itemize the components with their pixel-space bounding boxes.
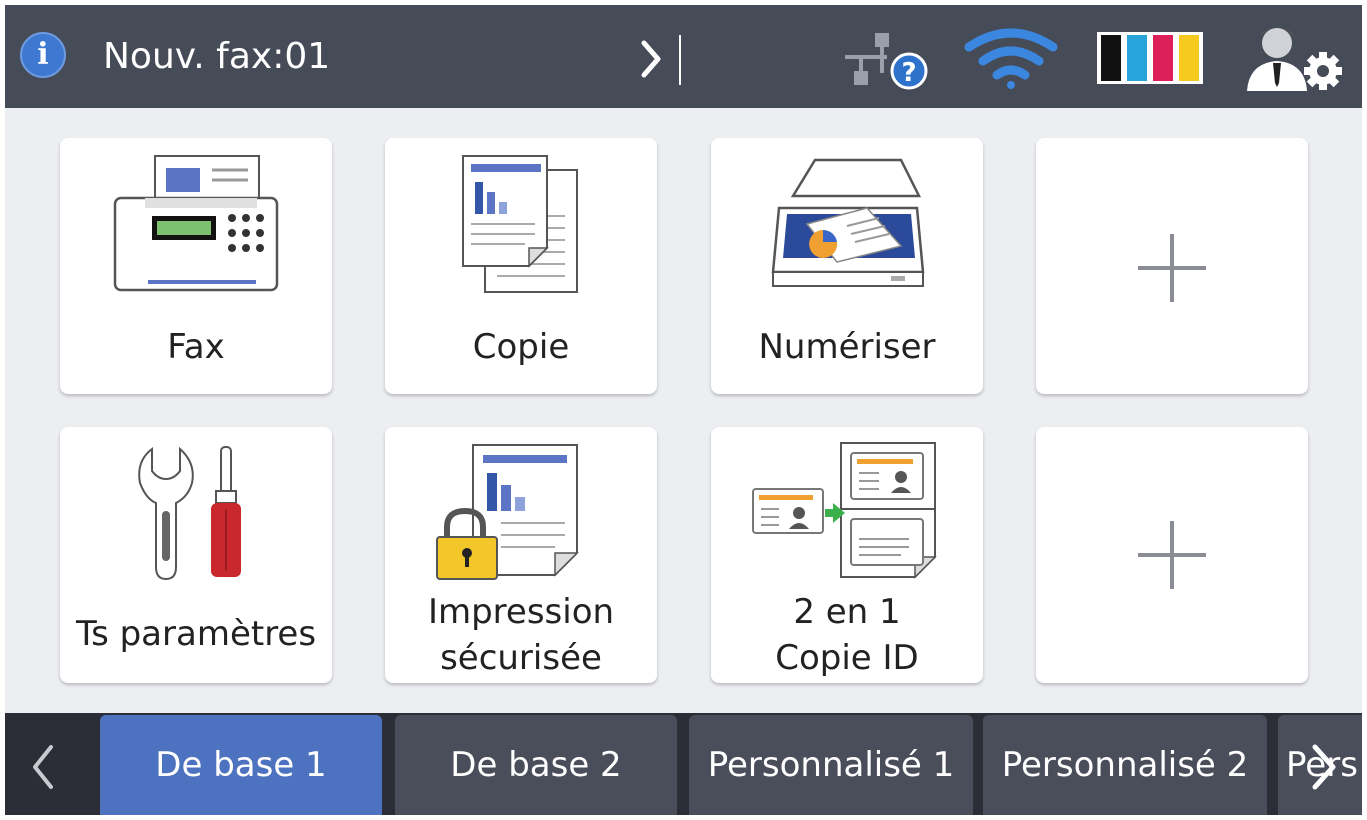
chevron-left-icon[interactable] bbox=[5, 713, 93, 815]
id-copy-label-line1: 2 en 1 bbox=[793, 592, 901, 632]
shortcut-tab-bar: De base 1 De base 2 Personnalisé 1 Perso… bbox=[5, 713, 1362, 815]
scan-tile[interactable]: Numériser bbox=[711, 138, 983, 394]
id-copy-label-line2: Copie ID bbox=[775, 638, 919, 678]
copy-tile[interactable]: Copie bbox=[385, 138, 657, 394]
add-shortcut-tile[interactable] bbox=[1036, 427, 1308, 683]
plus-icon bbox=[1138, 521, 1206, 589]
id-copy-tile[interactable]: 2 en 1 Copie ID bbox=[711, 427, 983, 683]
chevron-right-icon[interactable] bbox=[632, 31, 692, 87]
all-settings-tile[interactable]: Ts paramètres bbox=[60, 427, 332, 683]
wifi-icon[interactable] bbox=[963, 25, 1059, 89]
admin-settings-icon[interactable] bbox=[1243, 23, 1347, 93]
add-shortcut-tile[interactable] bbox=[1036, 138, 1308, 394]
ink-levels-icon[interactable] bbox=[1095, 30, 1205, 86]
tab-de-base-1[interactable]: De base 1 bbox=[100, 715, 382, 815]
fax-label: Fax bbox=[167, 327, 225, 367]
wired-network-unknown-icon[interactable]: ? bbox=[837, 27, 933, 93]
secure-print-tile[interactable]: Impression sécurisée bbox=[385, 427, 657, 683]
touchscreen: i Nouv. fax:01 ? Fax Copie Numériser Ts … bbox=[5, 5, 1362, 815]
tab-personnalise-2[interactable]: Personnalisé 2 bbox=[983, 715, 1267, 815]
status-bar: i Nouv. fax:01 ? bbox=[5, 5, 1362, 108]
tab-personnalise-1[interactable]: Personnalisé 1 bbox=[689, 715, 973, 815]
copy-label: Copie bbox=[472, 327, 570, 367]
secure-print-label-line1: Impression bbox=[427, 592, 615, 632]
svg-text:?: ? bbox=[901, 58, 916, 88]
fax-tile[interactable]: Fax bbox=[60, 138, 332, 394]
tab-de-base-2[interactable]: De base 2 bbox=[395, 715, 677, 815]
info-icon[interactable]: i bbox=[20, 32, 66, 78]
plus-icon bbox=[1138, 234, 1206, 302]
scan-label: Numériser bbox=[758, 327, 936, 367]
new-fax-message[interactable]: Nouv. fax:01 bbox=[103, 35, 330, 79]
secure-print-label-line2: sécurisée bbox=[440, 638, 602, 678]
all-settings-label: Ts paramètres bbox=[75, 614, 317, 654]
chevron-right-icon[interactable] bbox=[1293, 713, 1353, 815]
info-glyph: i bbox=[37, 37, 49, 72]
